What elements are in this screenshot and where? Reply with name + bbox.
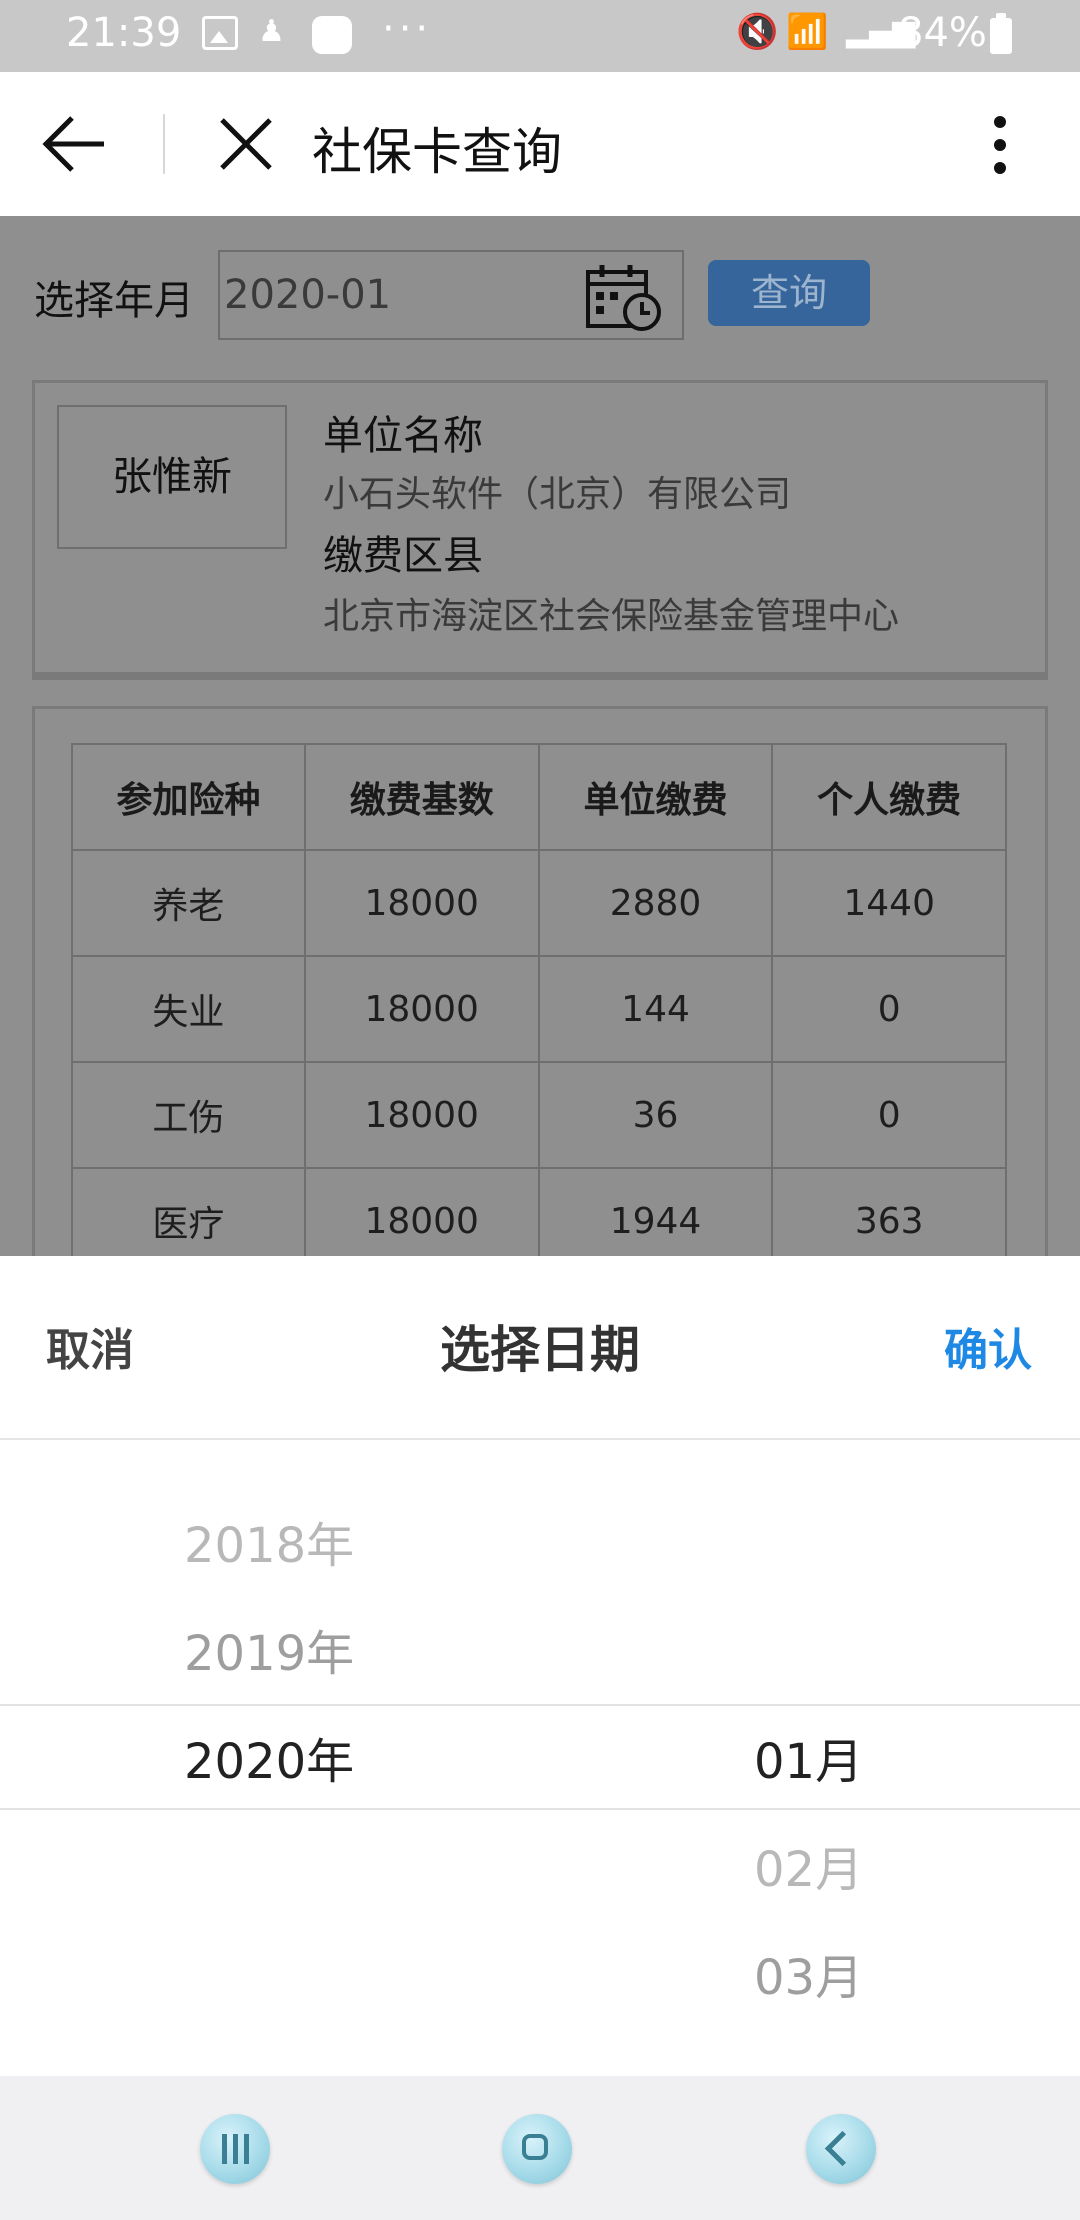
- selection-top-line: [0, 1704, 1080, 1706]
- system-nav-bar: [0, 2076, 1080, 2220]
- year-month-input[interactable]: 2020-01: [218, 250, 684, 340]
- close-button[interactable]: [218, 116, 274, 172]
- table-row: 失业 18000 144 0: [71, 955, 1007, 1063]
- year-option-selected[interactable]: 2020年: [184, 1722, 354, 1792]
- arrow-left-icon: [42, 116, 104, 172]
- calendar-clock-icon[interactable]: [584, 262, 664, 334]
- mute-icon: 🔇: [736, 12, 779, 52]
- battery-percentage: 84%: [898, 10, 987, 56]
- date-picker-title: 选择日期: [440, 1321, 640, 1379]
- selection-bottom-line: [0, 1808, 1080, 1810]
- date-picker-sheet: 取消 选择日期 确认 2018年 2019年 2020年 01月 02月 03月: [0, 1256, 1080, 2076]
- table-cell: 36: [537, 1061, 774, 1169]
- table-cell: 18000: [303, 1061, 540, 1169]
- month-option[interactable]: 02月: [754, 1830, 863, 1900]
- table-row: 养老 18000 2880 1440: [71, 849, 1007, 957]
- table-cell: 养老: [71, 849, 306, 957]
- column-header: 参加险种: [71, 743, 306, 851]
- close-icon: [220, 118, 272, 170]
- query-button[interactable]: 查询: [708, 260, 870, 326]
- title-bar: 社保卡查询: [0, 72, 1080, 216]
- more-options-button[interactable]: [980, 116, 1020, 174]
- table-cell: 144: [537, 955, 774, 1063]
- recent-apps-icon: [222, 2134, 227, 2164]
- table-cell: 失业: [71, 955, 306, 1063]
- district-label: 缴费区县: [323, 533, 483, 579]
- recent-apps-button[interactable]: [200, 2114, 270, 2184]
- chevron-left-icon: [824, 2130, 861, 2167]
- battery-icon: [990, 13, 1012, 54]
- table-cell: 2880: [537, 849, 774, 957]
- year-option[interactable]: 2019年: [184, 1614, 354, 1684]
- home-icon: [522, 2134, 548, 2160]
- premium-table-card: 参加险种 缴费基数 单位缴费 个人缴费 养老 18000 2880 1440 失…: [32, 706, 1048, 1275]
- district-value: 北京市海淀区社会保险基金管理中心: [323, 596, 900, 637]
- table-row: 工伤 18000 36 0: [71, 1061, 1007, 1169]
- more-vertical-icon: [994, 116, 1006, 128]
- company-label: 单位名称: [323, 413, 483, 459]
- year-month-label: 选择年月: [34, 278, 194, 324]
- page-title: 社保卡查询: [312, 123, 562, 181]
- home-button[interactable]: [502, 2114, 572, 2184]
- recent-apps-icon-bar: [244, 2134, 249, 2164]
- table-header-row: 参加险种 缴费基数 单位缴费 个人缴费: [71, 743, 1007, 851]
- system-back-button[interactable]: [806, 2114, 876, 2184]
- table-cell: 工伤: [71, 1061, 306, 1169]
- month-option-selected[interactable]: 01月: [754, 1722, 863, 1792]
- more-dot: [994, 139, 1006, 151]
- recent-apps-icon-bar: [233, 2134, 238, 2164]
- page-content: 选择年月 2020-01 查询 张惟新 单位名称 小石头软件（北京）有限公司 缴…: [0, 216, 1080, 1275]
- more-dot: [994, 162, 1006, 174]
- chat-notification-icon: [312, 16, 352, 54]
- company-value: 小石头软件（北京）有限公司: [323, 474, 792, 515]
- table-cell: 18000: [303, 849, 540, 957]
- month-option[interactable]: 03月: [754, 1938, 863, 2008]
- table-cell: 18000: [303, 955, 540, 1063]
- wifi-icon: 📶: [786, 12, 829, 52]
- table-cell: 0: [771, 955, 1007, 1063]
- table-cell: 0: [771, 1061, 1007, 1169]
- year-option[interactable]: 2018年: [184, 1506, 354, 1576]
- person-name: 张惟新: [57, 405, 287, 549]
- back-button[interactable]: [42, 114, 108, 174]
- status-bar: 21:39 ♟ ··· 🔇 📶 ▂▄▆ 84%: [0, 0, 1080, 72]
- date-picker-header: 取消 选择日期 确认: [0, 1256, 1080, 1440]
- insured-info-card: 张惟新 单位名称 小石头软件（北京）有限公司 缴费区县 北京市海淀区社会保险基金…: [32, 380, 1048, 680]
- table-cell: 1440: [771, 849, 1007, 957]
- column-header: 单位缴费: [537, 743, 774, 851]
- column-header: 个人缴费: [771, 743, 1007, 851]
- app-notification-icon: ♟: [258, 14, 285, 49]
- year-month-value: 2020-01: [224, 272, 392, 318]
- confirm-button[interactable]: 确认: [944, 1314, 1032, 1378]
- gallery-notification-icon: [202, 16, 238, 50]
- status-time: 21:39: [66, 10, 182, 56]
- title-divider: [163, 114, 165, 174]
- column-header: 缴费基数: [303, 743, 540, 851]
- premium-table: 参加险种 缴费基数 单位缴费 个人缴费 养老 18000 2880 1440 失…: [71, 743, 1007, 1275]
- more-notifications-icon: ···: [382, 6, 433, 52]
